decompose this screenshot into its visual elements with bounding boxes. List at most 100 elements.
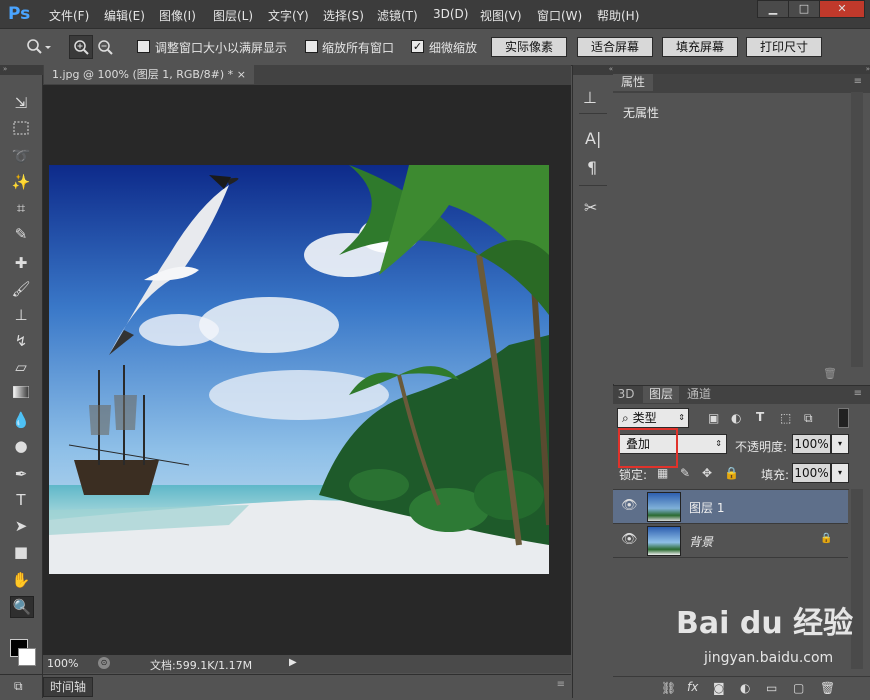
timeline-panel: 时间轴 ≡ [43, 674, 571, 699]
fill-input[interactable]: 100% [792, 463, 831, 483]
type-tool-icon[interactable]: T [10, 490, 32, 510]
layer-row[interactable]: 👁 图层 1 [613, 490, 848, 524]
document-tab[interactable]: 1.jpg @ 100% (图层 1, RGB/8#) * × [44, 65, 254, 84]
eye-icon[interactable]: 👁 [621, 532, 638, 547]
clone-stamp-tool-icon[interactable]: ⊥ [10, 305, 32, 325]
healing-brush-tool-icon[interactable]: ✚ [10, 253, 32, 273]
properties-delete-icon[interactable]: 🗑 [823, 367, 837, 380]
fit-screen-button[interactable]: 适合屏幕 [577, 37, 653, 57]
filter-type-icon[interactable]: T [756, 410, 764, 424]
right-dock-collapse-icon[interactable]: » [613, 65, 870, 74]
eyedropper-tool-icon[interactable]: ✎ [10, 224, 32, 244]
pen-tool-icon[interactable]: ✒ [10, 464, 32, 484]
magic-wand-tool-icon[interactable]: ✨ [10, 172, 32, 192]
lock-position-icon[interactable]: ✥ [702, 466, 712, 480]
tool-presets-panel-icon[interactable]: ✂ [584, 198, 597, 217]
menu-3d[interactable]: 3D(D) [433, 7, 468, 21]
lock-transparent-icon[interactable]: ▦ [657, 466, 668, 480]
lock-image-icon[interactable]: ✎ [680, 466, 690, 480]
dock-divider-2 [579, 185, 607, 186]
document-image[interactable] [49, 165, 549, 574]
character-panel-icon[interactable]: A| [585, 129, 601, 148]
paragraph-panel-icon[interactable]: ¶ [587, 158, 597, 177]
menu-view[interactable]: 视图(V) [480, 7, 522, 24]
menu-select[interactable]: 选择(S) [323, 7, 364, 24]
lock-all-icon[interactable]: 🔒 [724, 466, 739, 480]
menu-layer[interactable]: 图层(L) [213, 7, 253, 24]
close-button[interactable]: ✕ [819, 0, 865, 18]
menu-file[interactable]: 文件(F) [49, 7, 89, 24]
marquee-tool-icon[interactable] [10, 120, 32, 140]
gradient-tool-icon[interactable] [10, 383, 32, 403]
menu-window[interactable]: 窗口(W) [537, 7, 582, 24]
dock-collapse-icon[interactable]: « [573, 65, 613, 75]
layer-name[interactable]: 背景 [689, 533, 713, 550]
layer-thumbnail [647, 526, 681, 556]
tab-3d[interactable]: 3D [613, 386, 639, 403]
brush-tool-icon[interactable]: 🖌 [10, 279, 32, 299]
eye-icon[interactable]: 👁 [621, 498, 638, 513]
opacity-dropdown-button[interactable]: ▾ [831, 434, 849, 454]
opacity-input[interactable]: 100% [792, 434, 831, 454]
crop-tool-icon[interactable]: ⌗ [10, 198, 32, 218]
zoom-all-checkbox[interactable] [305, 40, 318, 53]
fill-dropdown-button[interactable]: ▾ [831, 463, 849, 483]
actual-pixels-button[interactable]: 实际像素 [491, 37, 567, 57]
highlight-box [618, 428, 678, 468]
dodge-tool-icon[interactable]: ● [10, 436, 32, 456]
link-layers-icon[interactable]: ⛓ [661, 681, 676, 695]
minimize-button[interactable]: ▁ [757, 0, 789, 18]
hand-tool-icon[interactable]: ✋ [10, 570, 32, 590]
clone-source-panel-icon[interactable]: ⊥ [583, 88, 597, 107]
menu-image[interactable]: 图像(I) [159, 7, 196, 24]
timeline-icon[interactable]: ⧉ [14, 679, 23, 694]
resize-windows-checkbox[interactable] [137, 40, 150, 53]
layer-name[interactable]: 图层 1 [689, 499, 724, 516]
timeline-tab[interactable]: 时间轴 [43, 677, 93, 697]
zoom-tool-preset-icon[interactable] [26, 38, 52, 54]
scrubby-zoom-checkbox[interactable]: ✓ [411, 40, 424, 53]
move-tool-icon[interactable]: ⇲ [10, 93, 32, 113]
background-color-swatch[interactable] [18, 648, 36, 666]
filter-adjustment-icon[interactable]: ◐ [731, 411, 741, 425]
baidu-watermark: Bai du 经验 jingyan.baidu.com [676, 598, 866, 688]
timeline-menu-icon[interactable]: ≡ [557, 679, 565, 690]
eraser-tool-icon[interactable]: ▱ [10, 357, 32, 377]
collapsed-panel-dock: « ⊥ A| ¶ ✂ [572, 65, 614, 698]
tools-collapse-icon[interactable]: » [0, 65, 45, 75]
properties-tab[interactable]: 属性 [613, 74, 653, 91]
blur-tool-icon[interactable]: 💧 [10, 410, 32, 430]
zoom-tool-icon[interactable]: 🔍 [10, 596, 34, 618]
lasso-tool-icon[interactable]: ➰ [10, 146, 32, 166]
layer-filter-kind-select[interactable]: ⌕ 类型 ⇕ [617, 408, 689, 428]
filter-shape-icon[interactable]: ⬚ [780, 411, 791, 425]
beach-scene-image [49, 165, 549, 574]
print-size-button[interactable]: 打印尺寸 [746, 37, 822, 57]
filter-toggle-switch[interactable] [838, 408, 849, 428]
status-info-icon[interactable]: ⊙ [98, 657, 110, 669]
menu-type[interactable]: 文字(Y) [268, 7, 309, 24]
properties-menu-icon[interactable]: ≡ [854, 76, 862, 87]
document-tab-close-icon[interactable]: × [237, 65, 246, 84]
menu-help[interactable]: 帮助(H) [597, 7, 639, 24]
maximize-button[interactable]: □ [788, 0, 820, 18]
tab-layers[interactable]: 图层 [643, 386, 679, 403]
layer-row[interactable]: 👁 背景 🔒 [613, 524, 848, 558]
zoom-out-icon[interactable] [95, 37, 117, 59]
layers-menu-icon[interactable]: ≡ [854, 388, 862, 399]
timeline-left-strip: ⧉ [0, 674, 42, 699]
zoom-level[interactable]: 100% [47, 657, 78, 670]
menu-filter[interactable]: 滤镜(T) [377, 7, 418, 24]
tab-channels[interactable]: 通道 [681, 386, 717, 403]
fill-screen-button[interactable]: 填充屏幕 [662, 37, 738, 57]
filter-pixel-icon[interactable]: ▣ [708, 411, 719, 425]
filter-smart-object-icon[interactable]: ⧉ [804, 411, 813, 426]
timeline-tab-label: 时间轴 [49, 680, 86, 694]
path-selection-tool-icon[interactable]: ➤ [10, 516, 32, 536]
zoom-in-button[interactable] [69, 35, 93, 59]
history-brush-tool-icon[interactable]: ↯ [10, 331, 32, 351]
properties-scrollbar[interactable] [851, 92, 863, 367]
rectangle-tool-icon[interactable]: ■ [10, 542, 32, 562]
menu-edit[interactable]: 编辑(E) [104, 7, 145, 24]
status-menu-arrow-icon[interactable]: ▶ [289, 657, 297, 668]
